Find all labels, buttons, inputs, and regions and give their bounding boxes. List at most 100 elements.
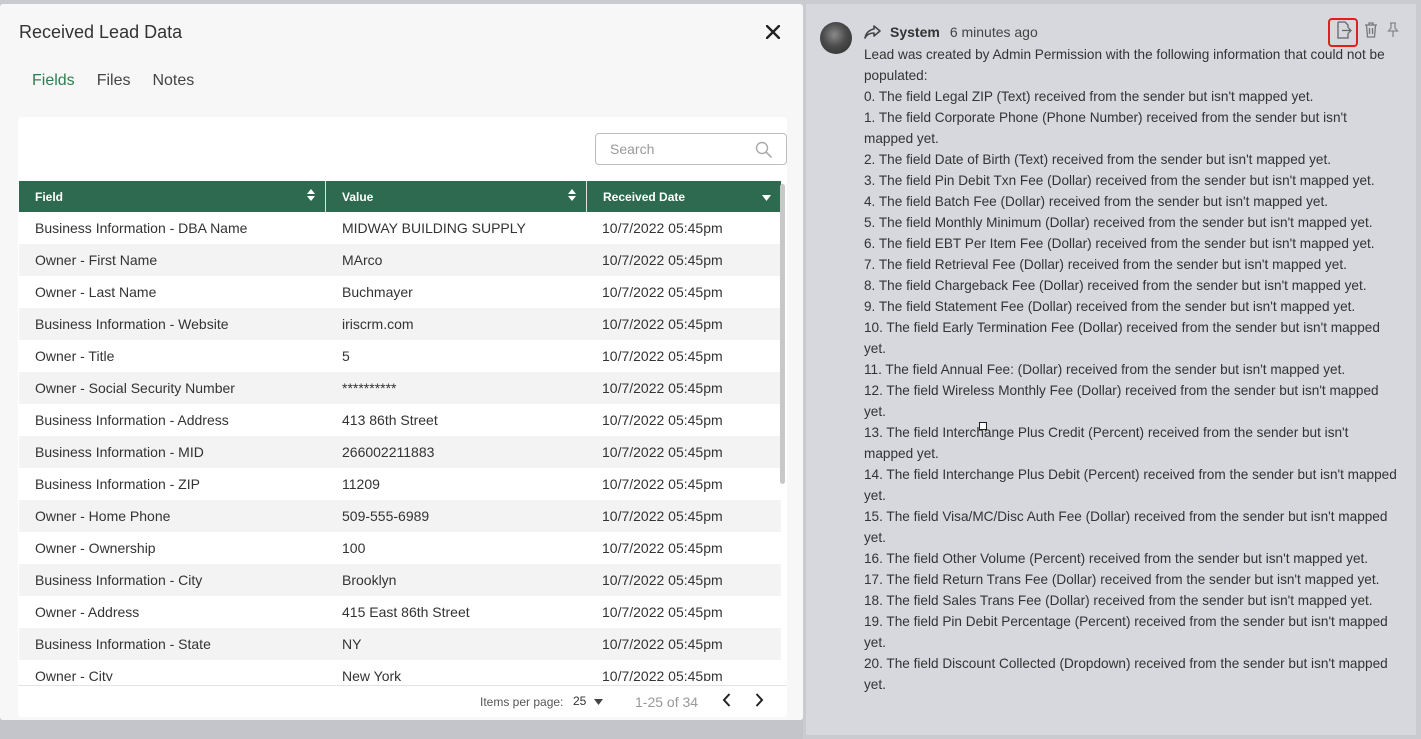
table-row[interactable]: Owner - Social Security Number **********… — [19, 372, 781, 404]
activity-line: 16. The field Other Volume (Percent) rec… — [864, 551, 1369, 566]
field-cell: Owner - Ownership — [35, 540, 156, 556]
table-row[interactable]: Business Information - Website iriscrm.co… — [19, 308, 781, 340]
activity-author: System — [890, 24, 940, 40]
value-cell: 266002211883 — [342, 444, 435, 460]
table-row[interactable]: Owner - First Name MArco 10/7/2022 05:45pm — [19, 244, 781, 276]
activity-line: 15. The field Visa/MC/Disc Auth Fee (Dol… — [864, 509, 1388, 545]
search-input[interactable] — [610, 141, 750, 157]
table-row[interactable]: Owner - City New York 10/7/2022 05:45pm — [19, 660, 781, 681]
received-date-cell: 10/7/2022 05:45pm — [602, 668, 723, 681]
received-date-cell: 10/7/2022 05:45pm — [602, 636, 723, 652]
activity-line: 12. The field Wireless Monthly Fee (Doll… — [864, 383, 1379, 419]
items-per-page-select[interactable]: 25 — [573, 694, 604, 708]
export-icon — [1334, 21, 1352, 44]
table-row[interactable]: Owner - Title 5 10/7/2022 05:45pm — [19, 340, 781, 372]
activity-header: System 6 minutes ago — [864, 22, 1038, 42]
table-row[interactable]: Business Information - ZIP 11209 10/7/2022… — [19, 468, 781, 500]
tab-files[interactable]: Files — [97, 72, 131, 90]
field-cell: Owner - First Name — [35, 252, 158, 268]
value-cell: 5 — [342, 348, 350, 364]
column-header-field[interactable]: Field — [19, 181, 326, 212]
items-per-page-value: 25 — [573, 694, 587, 708]
table-row[interactable]: Business Information - DBA Name MIDWAY BU… — [19, 212, 781, 244]
field-cell: Business Information - DBA Name — [35, 220, 248, 236]
value-cell: Brooklyn — [342, 572, 397, 588]
activity-time: 6 minutes ago — [949, 24, 1038, 40]
activity-line: 11. The field Annual Fee: (Dollar) recei… — [864, 362, 1346, 377]
received-date-cell: 10/7/2022 05:45pm — [602, 348, 723, 364]
received-date-cell: 10/7/2022 05:45pm — [602, 252, 723, 268]
next-page-button[interactable] — [751, 692, 767, 712]
pagination: Items per page: 25 1-25 of 34 — [18, 685, 787, 717]
activity-line: 13. The field Interchange Plus Credit (P… — [864, 425, 1349, 461]
tab-fields[interactable]: Fields — [32, 72, 75, 90]
search-icon[interactable] — [755, 141, 772, 158]
items-per-page-label: Items per page: — [480, 695, 564, 709]
activity-text: Lead was created by Admin Permission wit… — [864, 44, 1398, 695]
sort-icon — [307, 189, 315, 204]
column-header-received-date[interactable]: Received Date — [587, 181, 781, 212]
table-row[interactable]: Owner - Home Phone 509-555-6989 10/7/2022 … — [19, 500, 781, 532]
received-lead-data-dialog: Received Lead Data Fields Files Notes Fi… — [0, 4, 803, 720]
fields-card: Field Value Received Date Business Infor… — [18, 117, 787, 717]
field-cell: Owner - Title — [35, 348, 115, 364]
field-cell: Owner - Home Phone — [35, 508, 171, 524]
page-range: 1-25 of 34 — [635, 694, 699, 710]
field-cell: Business Information - Address — [35, 412, 229, 428]
sort-desc-icon — [762, 190, 771, 204]
search-box[interactable] — [595, 133, 787, 165]
pin-icon — [1386, 22, 1400, 43]
share-icon — [864, 24, 882, 40]
activity-actions — [1328, 18, 1402, 47]
received-date-cell: 10/7/2022 05:45pm — [602, 508, 723, 524]
table-row[interactable]: Owner - Last Name Buchmayer 10/7/2022 05:4… — [19, 276, 781, 308]
activity-panel: System 6 minutes ago Lead was created by… — [806, 4, 1416, 735]
table-row[interactable]: Owner - Address 415 East 86th Street 10/7/… — [19, 596, 781, 628]
sort-icon — [568, 189, 576, 204]
value-cell: NY — [342, 636, 362, 652]
column-header-label: Field — [35, 189, 64, 204]
activity-line: 7. The field Retrieval Fee (Dollar) rece… — [864, 257, 1347, 272]
table-scrollbar[interactable] — [780, 184, 785, 484]
field-cell: Business Information - State — [35, 636, 211, 652]
activity-line: 19. The field Pin Debit Percentage (Perc… — [864, 614, 1388, 650]
table-header: Field Value Received Date — [19, 181, 781, 212]
activity-line: 10. The field Early Termination Fee (Dol… — [864, 320, 1380, 356]
received-date-cell: 10/7/2022 05:45pm — [602, 284, 723, 300]
table-row[interactable]: Owner - Ownership 100 10/7/2022 05:45pm — [19, 532, 781, 564]
activity-line: 9. The field Statement Fee (Dollar) rece… — [864, 299, 1356, 314]
received-date-cell: 10/7/2022 05:45pm — [602, 476, 723, 492]
avatar[interactable] — [820, 22, 852, 54]
column-header-value[interactable]: Value — [326, 181, 587, 212]
previous-page-button[interactable] — [718, 692, 734, 711]
table-body: Business Information - DBA Name MIDWAY BU… — [19, 212, 781, 681]
activity-line: 0. The field Legal ZIP (Text) received f… — [864, 89, 1314, 104]
activity-line: 17. The field Return Trans Fee (Dollar) … — [864, 572, 1380, 587]
received-date-cell: 10/7/2022 05:45pm — [602, 412, 723, 428]
trash-icon — [1364, 22, 1378, 43]
pin-button[interactable] — [1384, 22, 1402, 43]
value-cell: MArco — [342, 252, 383, 268]
export-button[interactable] — [1328, 18, 1358, 47]
field-cell: Business Information - Website — [35, 316, 229, 332]
table-row[interactable]: Business Information - City Brooklyn 10/7/… — [19, 564, 781, 596]
chevron-right-icon — [755, 692, 764, 712]
tab-notes[interactable]: Notes — [152, 72, 194, 90]
activity-line: 8. The field Chargeback Fee (Dollar) rec… — [864, 278, 1367, 293]
activity-intro: Lead was created by Admin Permission wit… — [864, 47, 1385, 83]
close-button[interactable] — [764, 24, 782, 43]
table-row[interactable]: Business Information - Address 413 86th S… — [19, 404, 781, 436]
received-date-cell: 10/7/2022 05:45pm — [602, 604, 723, 620]
field-cell: Business Information - ZIP — [35, 476, 200, 492]
value-cell: iriscrm.com — [342, 316, 414, 332]
activity-line: 6. The field EBT Per Item Fee (Dollar) r… — [864, 236, 1375, 251]
table-row[interactable]: Business Information - MID 266002211883 10… — [19, 436, 781, 468]
value-cell: 413 86th Street — [342, 412, 438, 428]
activity-line: 20. The field Discount Collected (Dropdo… — [864, 656, 1388, 692]
delete-button[interactable] — [1362, 22, 1380, 43]
column-header-label: Value — [342, 189, 374, 204]
activity-line: 1. The field Corporate Phone (Phone Numb… — [864, 110, 1347, 146]
value-cell: 11209 — [342, 476, 380, 492]
table-row[interactable]: Business Information - State NY 10/7/2022 … — [19, 628, 781, 660]
received-date-cell: 10/7/2022 05:45pm — [602, 444, 723, 460]
